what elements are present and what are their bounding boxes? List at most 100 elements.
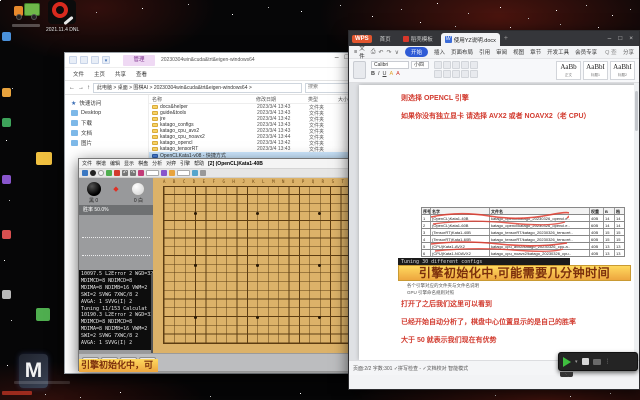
- column-date[interactable]: 修改日期: [253, 96, 305, 103]
- menu-analyze[interactable]: 分析: [152, 160, 162, 167]
- document-page[interactable]: 则选择 OPENCL 引擎 如果你没有独立显卡 请选择 AVX2 或者 NOAV…: [359, 85, 637, 360]
- goban[interactable]: A B C D E F G H J K L M N O P Q R S T 19…: [153, 178, 359, 353]
- breadcrumb[interactable]: 此电脑 > 桌面 > 围棋AI > 20230304win&cuda&trt&e…: [93, 82, 302, 93]
- stop-button[interactable]: [581, 358, 589, 365]
- justify-icon[interactable]: [461, 70, 469, 78]
- quick-access-toolbar[interactable]: ▾: [69, 56, 110, 64]
- black-stone-icon[interactable]: [90, 170, 96, 176]
- tab-references[interactable]: 引用: [479, 48, 490, 56]
- desktop-picture-icon[interactable]: [36, 152, 52, 165]
- align-center-icon[interactable]: [443, 70, 451, 78]
- desktop-shortcut-icon[interactable]: [2, 290, 11, 299]
- tab-insert[interactable]: 插入: [434, 48, 445, 56]
- menu-file[interactable]: 文件: [82, 160, 92, 167]
- chevron-down-icon[interactable]: ∨: [395, 49, 399, 56]
- desktop-shortcut-icon[interactable]: [2, 230, 11, 239]
- mark-icon[interactable]: [138, 170, 144, 176]
- column-type[interactable]: 类型: [305, 96, 335, 103]
- manage-tool-tab[interactable]: 管理: [123, 55, 155, 66]
- file-menu[interactable]: ≡ 文件: [354, 44, 365, 60]
- ribbon-tab-home[interactable]: 主页: [94, 70, 105, 78]
- font-name-select[interactable]: Calibri: [371, 61, 409, 69]
- numbering-icon[interactable]: [443, 61, 451, 69]
- italic-button[interactable]: I: [378, 71, 380, 77]
- menu-play[interactable]: 对弈: [166, 160, 176, 167]
- settings-icon[interactable]: [192, 170, 198, 176]
- desktop-shortcut-icon[interactable]: [2, 88, 11, 97]
- underline-button[interactable]: U: [383, 71, 387, 77]
- align-right-icon[interactable]: [452, 70, 460, 78]
- indent-icon[interactable]: [452, 61, 460, 69]
- back-icon[interactable]: ←: [69, 85, 75, 91]
- white-stone-icon[interactable]: [98, 170, 104, 176]
- highlight-button[interactable]: A: [390, 71, 394, 77]
- tab-view[interactable]: 视图: [513, 48, 524, 56]
- style-normal[interactable]: AaBb 正文: [556, 61, 581, 80]
- menu-board[interactable]: 棋盘: [138, 160, 148, 167]
- tab-member[interactable]: 会员专享: [575, 48, 597, 56]
- undo-icon[interactable]: ↶: [379, 49, 384, 56]
- bullets-icon[interactable]: [434, 61, 442, 69]
- new-tab-button[interactable]: +: [504, 35, 508, 42]
- sidebar-item-quick-access[interactable]: ★ 快速访问: [65, 98, 148, 108]
- sort-icon[interactable]: [470, 61, 478, 69]
- tab-section[interactable]: 章节: [530, 48, 541, 56]
- screenshot-icon[interactable]: [592, 358, 601, 365]
- font-size-select[interactable]: 小四: [411, 61, 429, 69]
- more-options-icon[interactable]: ⋮: [605, 358, 611, 365]
- up-icon[interactable]: ↑: [87, 85, 90, 91]
- recorder-handle[interactable]: ⋱: [560, 372, 573, 377]
- customize-caret-icon[interactable]: ▾: [102, 56, 110, 64]
- new-folder-icon[interactable]: [91, 56, 99, 64]
- minimize-button[interactable]: –: [608, 35, 612, 42]
- outdent-icon[interactable]: [461, 61, 469, 69]
- bold-button[interactable]: B: [371, 71, 375, 77]
- ribbon-tab-view[interactable]: 查看: [136, 70, 147, 78]
- desktop-shortcut-icon[interactable]: [2, 175, 11, 184]
- play-button[interactable]: [563, 356, 571, 367]
- tab-docer[interactable]: 稻壳模板: [399, 33, 437, 45]
- explorer-titlebar[interactable]: ▾ 管理 20230304win&cuda&trt&eigen-windows6…: [65, 53, 361, 68]
- save-icon[interactable]: ⎙: [371, 49, 376, 56]
- sidebar-item-downloads[interactable]: 下载: [65, 118, 148, 128]
- undo-icon[interactable]: ↶: [122, 170, 128, 176]
- sidebar-item-desktop[interactable]: Desktop: [65, 108, 148, 118]
- tab-review[interactable]: 审阅: [496, 48, 507, 56]
- menu-help[interactable]: 帮助: [194, 160, 204, 167]
- share-button[interactable]: 分享: [623, 48, 634, 56]
- coords-icon[interactable]: [200, 170, 206, 176]
- truck-app-icon[interactable]: [14, 0, 40, 20]
- stop-analysis-icon[interactable]: [114, 170, 120, 176]
- close-button[interactable]: ×: [629, 35, 633, 42]
- properties-icon[interactable]: [80, 56, 88, 64]
- forward-icon[interactable]: →: [78, 85, 84, 91]
- desktop-shortcut-icon[interactable]: [2, 118, 11, 127]
- search-command[interactable]: Q 查找命令、搜索模板: [605, 48, 617, 56]
- tab-page-layout[interactable]: 页面布局: [451, 48, 473, 56]
- play-dropdown-icon[interactable]: ▾: [575, 359, 578, 365]
- line-spacing-icon[interactable]: [470, 70, 478, 78]
- tab-document[interactable]: W 使用YZ说明.docx: [440, 33, 500, 46]
- desktop-shortcut-icon[interactable]: [2, 32, 11, 41]
- territory-icon[interactable]: [169, 170, 175, 176]
- doc-scrollbar[interactable]: [634, 83, 639, 360]
- menu-edit[interactable]: 编辑: [110, 160, 120, 167]
- play-move-icon[interactable]: [106, 170, 112, 176]
- menu-engine[interactable]: 引擎: [180, 160, 190, 167]
- driver-tool-icon[interactable]: [48, 0, 76, 26]
- tab-start[interactable]: 开始: [405, 47, 429, 57]
- maximize-button[interactable]: □: [618, 35, 622, 42]
- tab-dev-tools[interactable]: 开发工具: [547, 48, 569, 56]
- redo-icon[interactable]: ↷: [387, 49, 392, 56]
- align-left-icon[interactable]: [434, 70, 442, 78]
- menu-record[interactable]: 棋谱: [96, 160, 106, 167]
- paste-button[interactable]: [353, 61, 366, 79]
- visits-input[interactable]: [177, 170, 190, 176]
- tab-home[interactable]: 首页: [376, 33, 395, 45]
- style-heading2[interactable]: AaBhI 标题2: [610, 61, 635, 80]
- menu-view[interactable]: 显示: [124, 160, 134, 167]
- style-heading1[interactable]: AaBbI 标题1: [583, 61, 608, 80]
- ribbon-tab-share[interactable]: 共享: [115, 70, 126, 78]
- move-number-input[interactable]: [146, 170, 159, 176]
- variation-icon[interactable]: [161, 170, 167, 176]
